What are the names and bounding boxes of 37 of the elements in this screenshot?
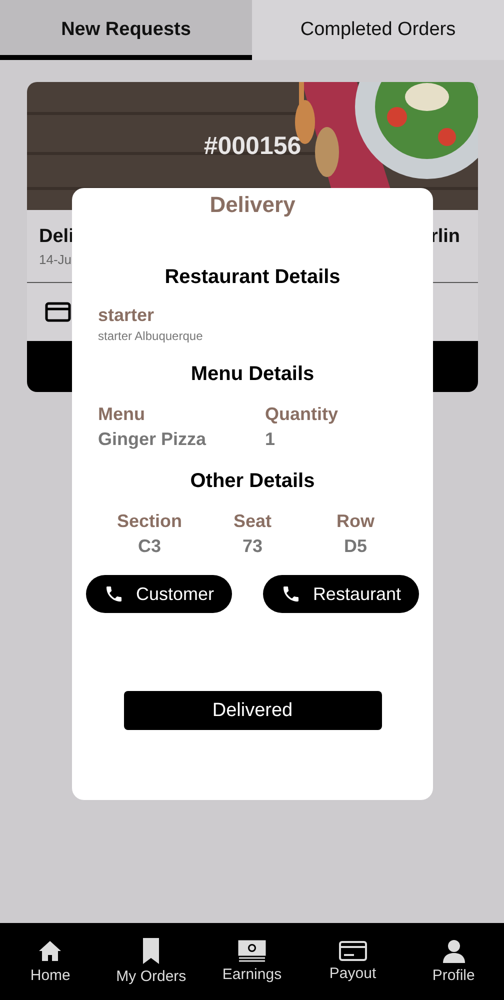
field-label: Seat	[233, 511, 272, 532]
nav-label[interactable]: My Orders	[116, 968, 186, 985]
field-label: Menu	[98, 404, 146, 425]
field-label: Section	[116, 511, 182, 532]
call-button[interactable]: Customer	[86, 575, 232, 613]
order-title: Deli	[39, 226, 74, 248]
home-icon	[38, 939, 62, 963]
field-label: Quantity	[265, 404, 340, 425]
nav-label[interactable]: Home	[30, 967, 70, 984]
order-date: 14-Ju	[39, 252, 73, 267]
field-value: C3	[138, 536, 161, 557]
restaurant-name: starter	[98, 305, 156, 326]
section-heading: Menu Details	[190, 363, 314, 386]
banknote-icon	[238, 940, 266, 962]
credit-card-icon	[338, 941, 367, 961]
call-button[interactable]: Restaurant	[262, 575, 419, 613]
field-value: 73	[242, 536, 263, 557]
field-label: Row	[336, 511, 374, 532]
tab[interactable]: Completed Orders	[252, 0, 504, 60]
nav-label[interactable]: Payout	[329, 965, 376, 982]
nav-label[interactable]: Earnings	[222, 966, 282, 983]
section-heading: Restaurant Details	[164, 266, 340, 289]
phone-icon	[280, 584, 301, 604]
field-value: D5	[344, 536, 367, 557]
field-value: Ginger Pizza	[98, 429, 208, 450]
restaurant-address: starter Albuquerque	[98, 329, 204, 343]
tab[interactable]: New Requests	[0, 0, 252, 60]
field-value: 1	[265, 429, 276, 450]
delivered-button[interactable]: Delivered	[124, 691, 382, 730]
order-number: #000156	[202, 132, 302, 161]
section-heading: Other Details	[190, 470, 315, 493]
bookmark-icon	[143, 938, 160, 964]
dialog-title: Delivery	[210, 192, 296, 218]
credit-card-icon	[45, 302, 71, 322]
nav-label[interactable]: Profile	[432, 967, 475, 984]
person-icon	[442, 939, 465, 963]
phone-icon	[104, 584, 124, 604]
